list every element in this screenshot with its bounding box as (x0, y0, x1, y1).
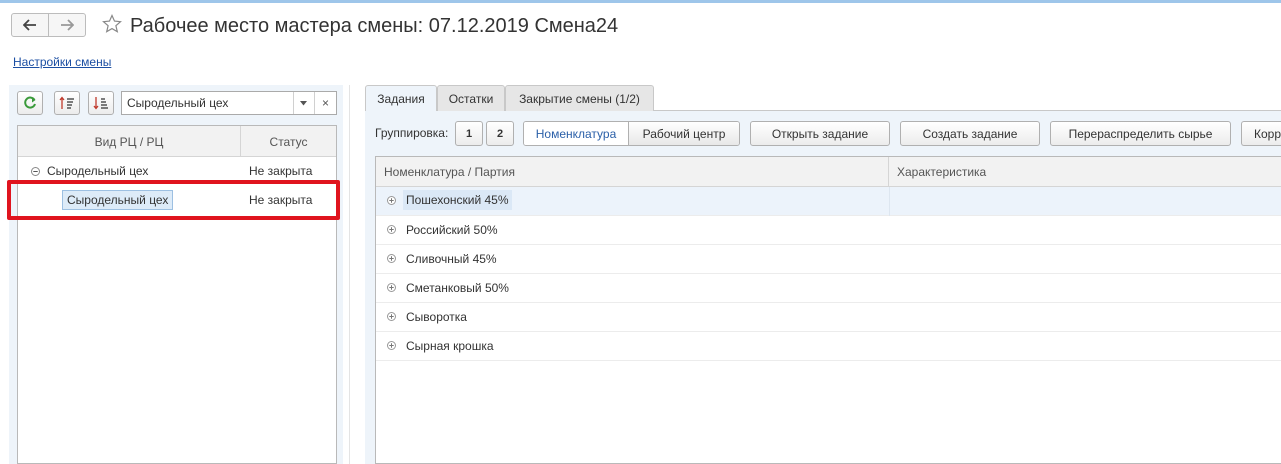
forward-button[interactable] (48, 14, 85, 36)
tab-shift-closing[interactable]: Закрытие смены (1/2) (505, 85, 654, 111)
group-level-1-button[interactable]: 1 (455, 121, 483, 146)
arrow-left-icon (23, 19, 36, 31)
open-task-button[interactable]: Открыть задание (750, 121, 890, 146)
sort-descending-icon (93, 97, 108, 110)
refresh-icon (24, 96, 36, 109)
dropdown-button[interactable] (293, 92, 313, 114)
column-header-work-center[interactable]: Вид РЦ / РЦ (18, 126, 241, 157)
close-icon: × (321, 96, 329, 110)
sort-descending-button[interactable] (88, 91, 114, 115)
nomenclature-name: Пошехонский 45% (403, 190, 512, 210)
tab-tasks[interactable]: Задания (365, 85, 437, 111)
grouping-label: Группировка: (375, 126, 449, 140)
work-center-name: Сыродельный цех (47, 164, 149, 178)
correct-button[interactable]: Корр (1241, 121, 1281, 146)
refresh-button[interactable] (17, 91, 43, 115)
clear-button[interactable]: × (314, 92, 336, 114)
create-task-button[interactable]: Создать задание (900, 121, 1040, 146)
back-button[interactable] (12, 14, 48, 36)
column-divider (889, 187, 890, 216)
group-by-nomenclature-button[interactable]: Номенклатура (524, 122, 629, 145)
expand-icon[interactable] (387, 312, 396, 321)
table-row[interactable]: Сыворотка (376, 303, 1281, 332)
history-nav (11, 13, 86, 37)
collapse-icon[interactable] (31, 167, 40, 176)
panel-divider (349, 85, 350, 464)
page-title: Рабочее место мастера смены: 07.12.2019 … (130, 15, 619, 37)
table-row[interactable]: Российский 50% (376, 216, 1281, 245)
arrow-right-icon (61, 19, 74, 31)
work-center-select[interactable]: Сыродельный цех × (121, 91, 337, 115)
window-top-border (0, 0, 1281, 3)
table-row[interactable]: Сырная крошка (376, 332, 1281, 361)
nomenclature-name: Сливочный 45% (406, 252, 497, 266)
column-header-status[interactable]: Статус (241, 126, 336, 157)
nomenclature-name: Сметанковый 50% (406, 281, 509, 295)
favorite-button[interactable] (101, 12, 123, 36)
nomenclature-name: Российский 50% (406, 223, 498, 237)
expand-icon[interactable] (387, 196, 396, 205)
nomenclature-name: Сырная крошка (406, 339, 494, 353)
status-text: Не закрыта (249, 164, 313, 178)
group-level-2-button[interactable]: 2 (486, 121, 514, 146)
expand-icon[interactable] (387, 254, 396, 263)
redistribute-raw-button[interactable]: Перераспределить сырье (1050, 121, 1231, 146)
chevron-down-icon (300, 100, 307, 105)
expand-icon[interactable] (387, 225, 396, 234)
shift-settings-link[interactable]: Настройки смены (13, 55, 111, 70)
column-header-nomenclature[interactable]: Номенклатура / Партия (376, 157, 889, 187)
expand-icon[interactable] (387, 341, 396, 350)
highlight-frame (7, 180, 340, 220)
tab-remainders[interactable]: Остатки (437, 85, 505, 111)
group-by-work-center-button[interactable]: Рабочий центр (629, 122, 739, 145)
sort-ascending-button[interactable] (54, 91, 80, 115)
nomenclature-name: Сыворотка (406, 310, 467, 324)
sort-ascending-icon (59, 96, 74, 109)
star-icon (102, 14, 122, 33)
grouping-switch: Номенклатура Рабочий центр (523, 121, 740, 146)
tasks-table: Номенклатура / Партия Характеристика Пош… (375, 156, 1281, 464)
work-center-select-value: Сыродельный цех (127, 96, 229, 110)
table-header: Номенклатура / Партия Характеристика (376, 157, 1281, 187)
work-center-table: Вид РЦ / РЦ Статус Сыродельный цех Не за… (17, 125, 337, 464)
table-header: Вид РЦ / РЦ Статус (18, 126, 336, 157)
table-row[interactable]: Пошехонский 45% (376, 187, 1281, 216)
column-header-characteristic[interactable]: Характеристика (889, 157, 1281, 187)
table-row[interactable]: Сливочный 45% (376, 245, 1281, 274)
expand-icon[interactable] (387, 283, 396, 292)
table-row[interactable]: Сметанковый 50% (376, 274, 1281, 303)
